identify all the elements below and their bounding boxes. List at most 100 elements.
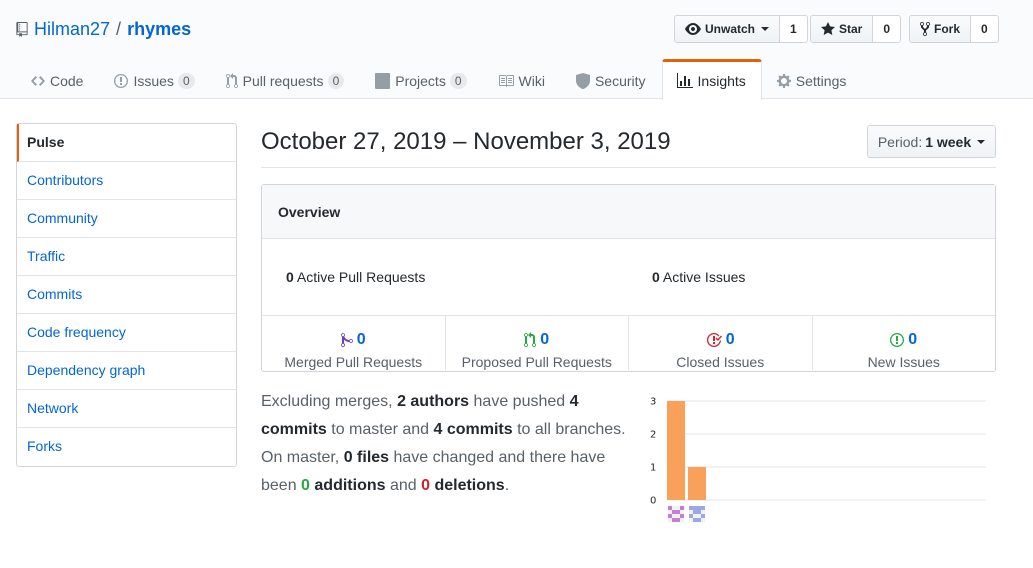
tab-settings[interactable]: Settings [762, 59, 863, 99]
identicon-cell [697, 506, 701, 510]
identicon-cell [693, 510, 697, 514]
active-prs-count: 0 [286, 269, 294, 285]
date-range-title: October 27, 2019 – November 3, 2019 [261, 128, 671, 155]
y-tick-label: 2 [650, 430, 656, 441]
new-issues-label: New Issues [867, 354, 940, 370]
chevron-down-icon [977, 139, 986, 144]
repo-separator: / [116, 19, 122, 39]
watchers-count[interactable]: 1 [780, 15, 808, 43]
commits-to-all-branches: 4 commits [433, 421, 513, 438]
book-icon [498, 74, 514, 87]
git-merge-icon [340, 332, 353, 347]
identicon-cell [693, 518, 697, 522]
files-changed: 0 files [343, 449, 390, 466]
active-issues-label: Active Issues [662, 269, 746, 285]
period-dropdown[interactable]: Period: 1 week [867, 125, 996, 158]
tab-pull-requests[interactable]: Pull requests 0 [211, 59, 361, 99]
issue-opened-icon [890, 333, 905, 347]
star-button[interactable]: Star [810, 15, 874, 43]
tab-insights[interactable]: Insights [661, 59, 762, 100]
identicon-cell [701, 506, 705, 510]
y-tick-label: 0 [650, 496, 656, 507]
tab-security[interactable]: Security [561, 59, 662, 99]
tab-projects[interactable]: Projects 0 [360, 59, 482, 99]
period-value: 1 week [925, 133, 972, 150]
overview-box: Overview 0 Active Pull Requests 0 Active… [261, 184, 996, 372]
repo-icon [16, 21, 28, 37]
repo-forked-icon [920, 21, 930, 37]
identicon-cell [693, 506, 697, 510]
identicon-cell [689, 514, 693, 518]
identicon-cell [668, 514, 672, 518]
repo-header: Hilman27 / rhymes Unwatch 1 Star 0 Fork [0, 0, 1033, 100]
code-icon [31, 75, 45, 86]
identicon-cell [668, 506, 672, 510]
stargazers-count[interactable]: 0 [873, 15, 902, 43]
menu-item-forks[interactable]: Forks [17, 428, 236, 466]
active-pull-requests-link[interactable]: 0 Active Pull Requests [286, 239, 425, 316]
menu-item-contributors[interactable]: Contributors [17, 162, 236, 200]
identicon-cell [697, 510, 701, 514]
active-issues-link[interactable]: 0 Active Issues [652, 239, 745, 316]
bar [688, 467, 706, 500]
repo-owner-link[interactable]: Hilman27 [34, 16, 110, 42]
unwatch-label: Unwatch [705, 22, 756, 36]
active-prs-label: Active Pull Requests [296, 269, 426, 285]
tab-wiki[interactable]: Wiki [483, 59, 561, 99]
overview-title: Overview [262, 185, 995, 239]
title-divider [261, 167, 996, 168]
active-issues-count: 0 [652, 269, 660, 285]
repo-name-link[interactable]: rhymes [127, 16, 191, 42]
watch-action: Unwatch 1 [674, 15, 808, 43]
insights-menu: Pulse Contributors Community Traffic Com… [16, 123, 237, 467]
identicon-cell [672, 518, 676, 522]
repo-title: Hilman27 / rhymes [16, 16, 191, 42]
projects-counter: 0 [449, 72, 467, 89]
menu-item-code-frequency[interactable]: Code frequency [17, 314, 236, 352]
gear-icon [776, 73, 791, 88]
proposed-prs-count: 0 [540, 331, 550, 348]
deletions-count: 0 [421, 477, 431, 494]
fork-action: Fork 0 [909, 15, 999, 43]
forks-count[interactable]: 0 [971, 15, 999, 43]
menu-item-commits[interactable]: Commits [17, 276, 236, 314]
menu-item-dependency-graph[interactable]: Dependency graph [17, 352, 236, 390]
menu-item-community[interactable]: Community [17, 200, 236, 238]
closed-issues-label: Closed Issues [676, 354, 765, 370]
unwatch-button[interactable]: Unwatch [674, 15, 781, 43]
star-icon [821, 22, 835, 35]
star-label: Star [839, 22, 863, 36]
new-issues-stat[interactable]: 0 New Issues [813, 316, 996, 370]
commits-by-author-chart: 0 1 2 3 [650, 397, 986, 522]
merged-prs-count: 0 [356, 331, 366, 348]
y-tick-label: 3 [650, 397, 656, 408]
bar [667, 401, 685, 500]
identicon-cell [680, 514, 684, 518]
merged-pull-requests-stat[interactable]: 0 Merged Pull Requests [262, 316, 446, 370]
closed-issues-count: 0 [725, 331, 735, 348]
project-icon [375, 72, 391, 89]
merged-prs-label: Merged Pull Requests [284, 354, 423, 370]
shield-icon [575, 72, 590, 89]
chevron-down-icon [761, 27, 770, 31]
y-tick-label: 1 [650, 463, 656, 474]
tab-issues[interactable]: Issues 0 [99, 59, 210, 99]
graph-icon [676, 73, 693, 88]
identicon-cell [701, 514, 705, 518]
repo-nav: Code Issues 0 Pull requests 0 Projects 0… [16, 59, 863, 100]
identicon-cell [676, 518, 680, 522]
fork-button[interactable]: Fork [909, 15, 972, 43]
fork-label: Fork [934, 22, 961, 36]
menu-item-traffic[interactable]: Traffic [17, 238, 236, 276]
identicon-cell [676, 510, 680, 514]
identicon-cell [689, 506, 693, 510]
tab-code[interactable]: Code [16, 59, 99, 99]
identicon-cell [697, 518, 701, 522]
new-issues-count: 0 [908, 331, 918, 348]
menu-item-network[interactable]: Network [17, 390, 236, 428]
pull-requests-counter: 0 [327, 72, 345, 89]
issues-counter: 0 [177, 72, 195, 89]
menu-item-pulse[interactable]: Pulse [17, 124, 236, 162]
proposed-pull-requests-stat[interactable]: 0 Proposed Pull Requests [446, 316, 629, 370]
closed-issues-stat[interactable]: 0 Closed Issues [629, 316, 813, 370]
